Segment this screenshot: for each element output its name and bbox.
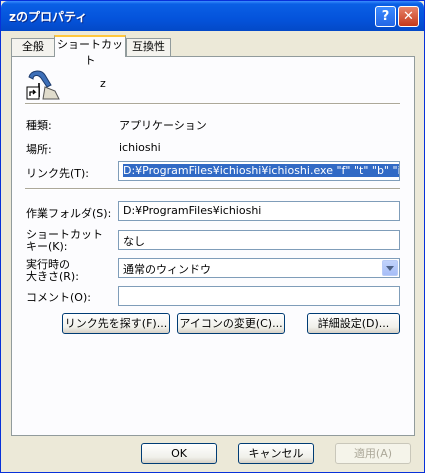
close-button[interactable]: ✕ bbox=[398, 6, 419, 27]
target-input[interactable]: D:¥ProgramFiles¥ichioshi¥ichioshi.exe "f… bbox=[118, 161, 400, 181]
run-label-line2: 大きさ(R): bbox=[26, 270, 79, 283]
type-label: 種類: bbox=[26, 119, 52, 132]
title-bar[interactable]: zのプロパティ ? ✕ bbox=[1, 1, 424, 31]
run-size-value: 通常のウィンドウ bbox=[123, 263, 211, 276]
apply-button[interactable]: 適用(A) bbox=[335, 443, 411, 464]
target-text: D:¥ProgramFiles¥ichioshi¥ichioshi.exe "f… bbox=[123, 164, 400, 177]
comment-input[interactable] bbox=[118, 286, 400, 306]
tab-general[interactable]: 全般 bbox=[11, 38, 55, 56]
hotkey-label-line2: キー(K): bbox=[26, 240, 68, 253]
window-title: zのプロパティ bbox=[9, 10, 88, 24]
tab-compatibility[interactable]: 互換性 bbox=[126, 38, 171, 56]
help-button[interactable]: ? bbox=[375, 6, 396, 27]
advanced-button[interactable]: 詳細設定(D)... bbox=[307, 313, 400, 334]
divider bbox=[25, 188, 400, 190]
run-size-select[interactable]: 通常のウィンドウ bbox=[118, 258, 400, 278]
target-label: リンク先(T): bbox=[26, 167, 90, 180]
application-shortcut-icon bbox=[26, 70, 60, 100]
comment-label: コメント(O): bbox=[26, 291, 91, 304]
change-icon-button[interactable]: アイコンの変更(C)... bbox=[177, 313, 285, 334]
ok-button[interactable]: OK bbox=[141, 443, 217, 464]
cancel-button[interactable]: キャンセル bbox=[238, 443, 314, 464]
find-target-button[interactable]: リンク先を探す(F)... bbox=[62, 313, 170, 334]
location-value: ichioshi bbox=[119, 141, 161, 154]
shortcut-name: z bbox=[100, 77, 106, 90]
type-value: アプリケーション bbox=[119, 119, 207, 132]
hotkey-input[interactable]: なし bbox=[118, 230, 400, 250]
chevron-down-icon[interactable] bbox=[382, 260, 398, 276]
startin-label: 作業フォルダ(S): bbox=[26, 207, 112, 220]
properties-dialog: zのプロパティ ? ✕ 全般 ショートカット 互換性 z 種類: アプリケーショ… bbox=[0, 0, 425, 473]
location-label: 場所: bbox=[26, 143, 52, 156]
tab-shortcut[interactable]: ショートカット bbox=[54, 35, 126, 67]
divider bbox=[25, 103, 400, 105]
startin-input[interactable]: D:¥ProgramFiles¥ichioshi bbox=[118, 201, 400, 221]
